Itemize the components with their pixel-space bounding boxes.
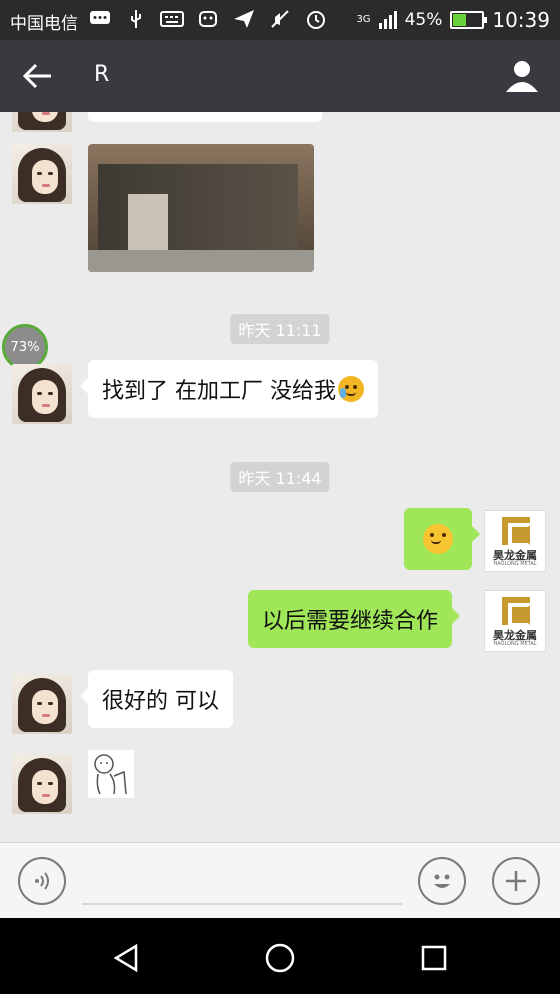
keyboard-icon	[160, 8, 184, 30]
triangle-back-icon[interactable]	[106, 938, 146, 978]
logo-mark	[502, 597, 532, 627]
avatar[interactable]: 昊龙金属 HAOLONG METAL	[484, 590, 546, 652]
message-icon	[88, 8, 112, 30]
clock: 10:39	[492, 8, 550, 32]
message-text: 找到了 在加工厂 没给我	[102, 379, 336, 404]
battery-icon	[450, 11, 488, 29]
back-arrow-icon[interactable]	[22, 62, 54, 90]
message-input[interactable]	[82, 903, 402, 905]
signal-icon	[378, 11, 397, 29]
sticker-message[interactable]	[88, 750, 134, 798]
carrier-label: 中国电信	[10, 14, 78, 34]
voice-icon[interactable]	[18, 857, 66, 905]
message-bubble[interactable]	[404, 508, 480, 570]
status-icons	[88, 8, 328, 30]
smiley-icon[interactable]	[418, 857, 466, 905]
crying-laughing-emoji	[338, 376, 364, 402]
logo-brand-sub: HAOLONG METAL	[493, 561, 537, 567]
blushing-emoji	[423, 524, 453, 554]
status-bar: 中国电信 3G 45% 10:39	[0, 0, 560, 40]
status-right: 3G 45% 10:39	[356, 8, 550, 32]
circle-home-icon[interactable]	[260, 938, 300, 978]
logo-mark	[502, 517, 532, 547]
timestamp: 昨天 11:44	[230, 462, 330, 492]
image-message[interactable]	[88, 144, 314, 272]
android-icon	[196, 8, 220, 30]
chat-header: R	[0, 40, 560, 112]
avatar[interactable]	[12, 364, 72, 424]
avatar[interactable]	[12, 754, 72, 814]
message-bubble-partial	[88, 112, 322, 122]
plus-icon[interactable]	[492, 857, 540, 905]
avatar[interactable]	[12, 674, 72, 734]
person-icon[interactable]	[504, 58, 540, 94]
logo-brand-sub: HAOLONG METAL	[493, 641, 537, 647]
network-type: 3G	[356, 14, 371, 25]
message-bubble[interactable]: 找到了 在加工厂 没给我	[80, 360, 378, 418]
alarm-icon	[304, 8, 328, 30]
avatar[interactable]	[12, 112, 72, 132]
timestamp: 昨天 11:11	[230, 314, 330, 344]
square-recents-icon[interactable]	[414, 938, 454, 978]
input-bar	[0, 842, 560, 918]
navigation-bar	[0, 918, 560, 994]
chat-title: R	[94, 62, 110, 87]
avatar[interactable]	[12, 144, 72, 204]
usb-icon	[124, 8, 148, 30]
message-bubble[interactable]: 很好的 可以	[80, 670, 233, 728]
message-text: 以后需要继续合作	[262, 609, 439, 634]
mute-icon	[268, 8, 292, 30]
avatar[interactable]: 昊龙金属 HAOLONG METAL	[484, 510, 546, 572]
message-bubble[interactable]: 以后需要继续合作	[248, 590, 461, 648]
battery-percent: 45%	[404, 10, 443, 30]
send-icon	[232, 8, 256, 30]
chat-area[interactable]: 昨天 11:11 73% 找到了 在加工厂 没给我 昨天 11:44 昊龙金属 …	[0, 112, 560, 842]
message-text: 很好的 可以	[102, 689, 219, 714]
